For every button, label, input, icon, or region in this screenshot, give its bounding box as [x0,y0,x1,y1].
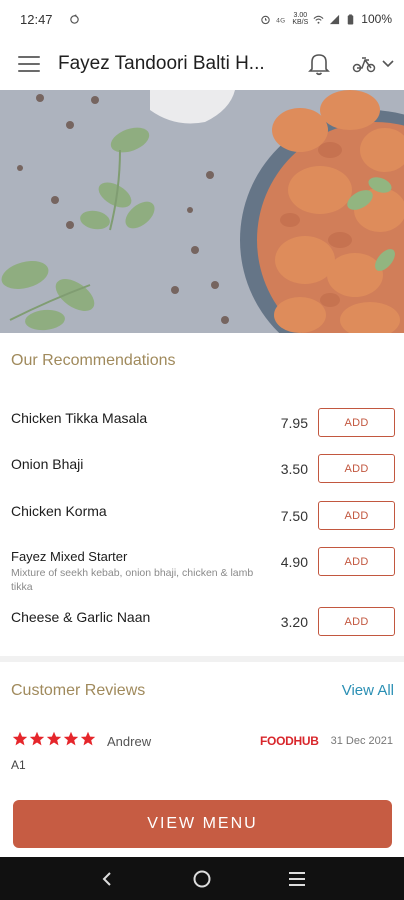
reviews-title: Customer Reviews [11,682,146,699]
item-name: Chicken Tikka Masala [11,410,148,426]
recents-icon[interactable] [282,864,312,894]
item-price: 3.20 [280,614,308,630]
status-bar: 12:47 4G 3.00 KB/S 100% [0,0,404,38]
add-button[interactable]: ADD [318,547,395,576]
wifi-icon [313,15,324,24]
food-photo [0,90,404,333]
review-source-logo: FOODHUB [260,734,319,748]
chevron-down-icon [382,60,394,68]
system-nav-bar [0,857,404,900]
view-all-reviews-link[interactable]: View All [342,682,394,699]
review-date: 31 Dec 2021 [330,735,393,747]
delivery-mode-selector[interactable] [352,54,394,74]
sync-icon [69,13,79,24]
review-item: Andrew FOODHUB 31 Dec 2021 A1 [0,730,404,778]
network-speed: 3.00 KB/S [292,12,309,26]
reviewer-name: Andrew [107,734,152,749]
star-icon [80,731,96,746]
star-icon [12,731,28,746]
svg-text:4G: 4G [276,16,285,24]
home-icon[interactable] [187,864,217,894]
star-icon [63,731,79,746]
scooter-icon [352,57,376,73]
item-price: 7.50 [280,508,308,524]
volte-icon: 4G [276,16,285,24]
add-button[interactable]: ADD [318,454,395,483]
app-bar: Fayez Tandoori Balti H... [0,38,404,90]
add-button[interactable]: ADD [318,607,395,636]
page-title: Fayez Tandoori Balti H... [58,53,265,74]
signal-icon [330,14,340,24]
add-button[interactable]: ADD [318,501,395,530]
item-name: Chicken Korma [11,503,107,519]
section-divider [0,656,404,662]
item-name: Cheese & Garlic Naan [11,609,151,625]
item-description: Mixture of seekh kebab, onion bhaji, chi… [11,567,254,593]
restaurant-hero-image [0,90,404,333]
menu-icon[interactable] [18,56,40,72]
back-icon[interactable] [92,864,122,894]
recommendations-title: Our Recommendations [11,352,176,369]
view-menu-button[interactable]: VIEW MENU [13,800,392,848]
add-button[interactable]: ADD [318,408,395,437]
battery-icon [348,13,354,25]
alarm-icon [261,15,271,24]
star-rating [12,731,96,747]
item-name: Onion Bhaji [11,456,84,472]
item-price: 3.50 [280,461,308,477]
item-price: 7.95 [280,415,308,431]
bell-icon[interactable] [308,52,330,76]
battery-level: 100% [361,12,392,26]
status-time: 12:47 [20,11,53,27]
item-name: Fayez Mixed Starter [11,549,128,564]
item-price: 4.90 [280,554,308,570]
star-icon [46,731,62,746]
review-text: A1 [11,758,26,772]
star-icon [29,731,45,746]
